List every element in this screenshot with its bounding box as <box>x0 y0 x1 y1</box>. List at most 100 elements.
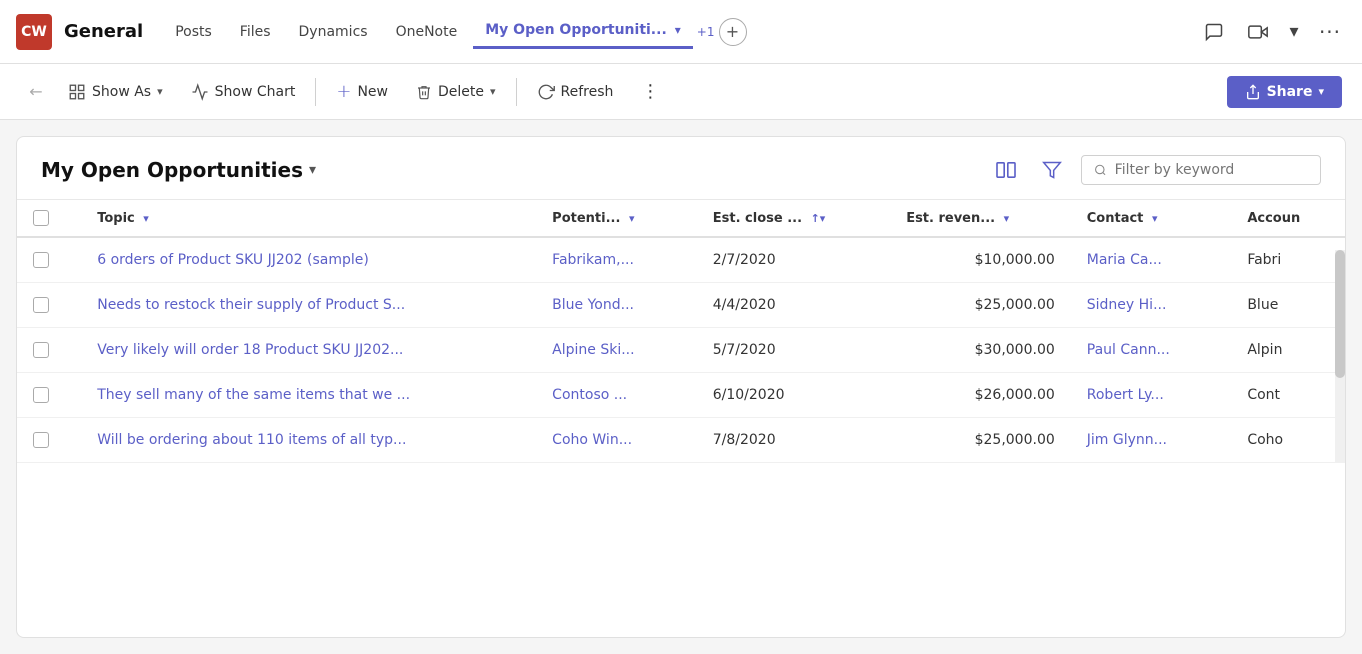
row-contact-1: Sidney Hi... <box>1071 283 1232 328</box>
tab-plus-badge: +1 <box>697 25 715 39</box>
filter-keyword-input[interactable] <box>1115 162 1308 178</box>
col-header-contact[interactable]: Contact ▾ <box>1071 200 1232 237</box>
share-button[interactable]: Share ▾ <box>1227 76 1342 108</box>
col-header-topic[interactable]: Topic ▾ <box>81 200 536 237</box>
topic-link-4[interactable]: Will be ordering about 110 items of all … <box>97 432 406 448</box>
search-icon <box>1094 163 1107 177</box>
row-account-2: Alpin <box>1231 328 1345 373</box>
nav-links: Posts Files Dynamics OneNote My Open Opp… <box>163 14 1198 49</box>
more-options-icon[interactable]: ··· <box>1314 16 1346 48</box>
avatar: CW <box>16 14 52 50</box>
row-revenue-1: $25,000.00 <box>890 283 1071 328</box>
row-checkbox-2[interactable] <box>17 328 81 373</box>
row-select-4[interactable] <box>33 432 49 448</box>
opportunities-table: Topic ▾ Potenti... ▾ Est. close ... ↑▾ E… <box>17 200 1345 463</box>
add-tab-button[interactable]: + <box>719 18 747 46</box>
columns-icon[interactable] <box>989 153 1023 187</box>
row-potential-1: Blue Yond... <box>536 283 697 328</box>
list-title-chevron-icon[interactable]: ▾ <box>309 162 316 178</box>
top-nav: CW General Posts Files Dynamics OneNote … <box>0 0 1362 64</box>
row-contact-3: Robert Ly... <box>1071 373 1232 418</box>
row-revenue-0: $10,000.00 <box>890 237 1071 283</box>
row-select-1[interactable] <box>33 297 49 313</box>
delete-chevron-icon: ▾ <box>490 85 496 98</box>
row-checkbox-3[interactable] <box>17 373 81 418</box>
row-contact-0: Maria Ca... <box>1071 237 1232 283</box>
row-topic-1: Needs to restock their supply of Product… <box>81 283 536 328</box>
row-revenue-2: $30,000.00 <box>890 328 1071 373</box>
refresh-button[interactable]: Refresh <box>525 77 626 107</box>
video-chevron-icon[interactable]: ▾ <box>1286 16 1302 48</box>
nav-link-posts[interactable]: Posts <box>163 16 224 48</box>
show-as-button[interactable]: Show As ▾ <box>56 77 175 107</box>
filter-icon[interactable] <box>1035 153 1069 187</box>
table-row: 6 orders of Product SKU JJ202 (sample) F… <box>17 237 1345 283</box>
filter-input-container[interactable] <box>1081 155 1321 185</box>
nav-link-dynamics[interactable]: Dynamics <box>287 16 380 48</box>
chevron-down-icon[interactable]: ▾ <box>675 23 681 37</box>
row-contact-4: Jim Glynn... <box>1071 418 1232 463</box>
row-revenue-4: $25,000.00 <box>890 418 1071 463</box>
new-plus-icon: + <box>336 81 351 102</box>
col-header-close[interactable]: Est. close ... ↑▾ <box>697 200 890 237</box>
back-button[interactable]: ← <box>20 76 52 108</box>
row-checkbox-0[interactable] <box>17 237 81 283</box>
share-chevron-icon: ▾ <box>1318 85 1324 98</box>
row-account-3: Cont <box>1231 373 1345 418</box>
table-row: Will be ordering about 110 items of all … <box>17 418 1345 463</box>
row-potential-0: Fabrikam,... <box>536 237 697 283</box>
topic-sort-icon[interactable]: ▾ <box>143 212 149 225</box>
row-topic-2: Very likely will order 18 Product SKU JJ… <box>81 328 536 373</box>
row-select-3[interactable] <box>33 387 49 403</box>
toolbar: ← Show As ▾ Show Chart + New Delete ▾ R <box>0 64 1362 120</box>
nav-link-onenote[interactable]: OneNote <box>384 16 470 48</box>
topic-link-1[interactable]: Needs to restock their supply of Product… <box>97 297 405 313</box>
col-header-potential[interactable]: Potenti... ▾ <box>536 200 697 237</box>
select-all-checkbox[interactable] <box>33 210 49 226</box>
nav-link-myopporti[interactable]: My Open Opportuniti... ▾ <box>473 14 693 49</box>
nav-right-icons: ▾ ··· <box>1198 16 1346 48</box>
contact-sort-icon[interactable]: ▾ <box>1152 212 1158 225</box>
row-select-2[interactable] <box>33 342 49 358</box>
scrollbar-track[interactable] <box>1335 250 1345 463</box>
table-wrapper: Topic ▾ Potenti... ▾ Est. close ... ↑▾ E… <box>17 200 1345 463</box>
delete-button[interactable]: Delete ▾ <box>404 77 508 107</box>
row-select-0[interactable] <box>33 252 49 268</box>
show-as-chevron-icon: ▾ <box>157 85 163 98</box>
topic-link-0[interactable]: 6 orders of Product SKU JJ202 (sample) <box>97 252 369 268</box>
row-close-0: 2/7/2020 <box>697 237 890 283</box>
main-content: My Open Opportunities ▾ <box>16 136 1346 638</box>
show-chart-button[interactable]: Show Chart <box>179 77 308 107</box>
more-toolbar-button[interactable]: ⋮ <box>629 75 673 108</box>
col-header-account[interactable]: Accoun <box>1231 200 1345 237</box>
revenue-sort-icon[interactable]: ▾ <box>1004 212 1010 225</box>
row-topic-0: 6 orders of Product SKU JJ202 (sample) <box>81 237 536 283</box>
row-close-1: 4/4/2020 <box>697 283 890 328</box>
chat-icon[interactable] <box>1198 16 1230 48</box>
potential-sort-icon[interactable]: ▾ <box>629 212 635 225</box>
topic-link-2[interactable]: Very likely will order 18 Product SKU JJ… <box>97 342 403 358</box>
list-header-right <box>989 153 1321 187</box>
row-close-4: 7/8/2020 <box>697 418 890 463</box>
show-as-icon <box>68 83 86 101</box>
video-icon[interactable] <box>1242 16 1274 48</box>
share-icon <box>1245 84 1261 100</box>
nav-link-files[interactable]: Files <box>228 16 283 48</box>
row-contact-2: Paul Cann... <box>1071 328 1232 373</box>
row-topic-3: They sell many of the same items that we… <box>81 373 536 418</box>
row-revenue-3: $26,000.00 <box>890 373 1071 418</box>
col-header-revenue[interactable]: Est. reven... ▾ <box>890 200 1071 237</box>
row-checkbox-1[interactable] <box>17 283 81 328</box>
row-checkbox-4[interactable] <box>17 418 81 463</box>
row-close-3: 6/10/2020 <box>697 373 890 418</box>
close-sort-icon[interactable]: ↑▾ <box>811 212 826 225</box>
row-potential-2: Alpine Ski... <box>536 328 697 373</box>
select-all-header[interactable] <box>17 200 81 237</box>
scrollbar-thumb[interactable] <box>1335 250 1345 378</box>
row-potential-3: Contoso ... <box>536 373 697 418</box>
topic-link-3[interactable]: They sell many of the same items that we… <box>97 387 410 403</box>
new-button[interactable]: + New <box>324 75 400 108</box>
active-tab-label: My Open Opportuniti... <box>485 22 667 38</box>
row-close-2: 5/7/2020 <box>697 328 890 373</box>
show-chart-icon <box>191 83 209 101</box>
